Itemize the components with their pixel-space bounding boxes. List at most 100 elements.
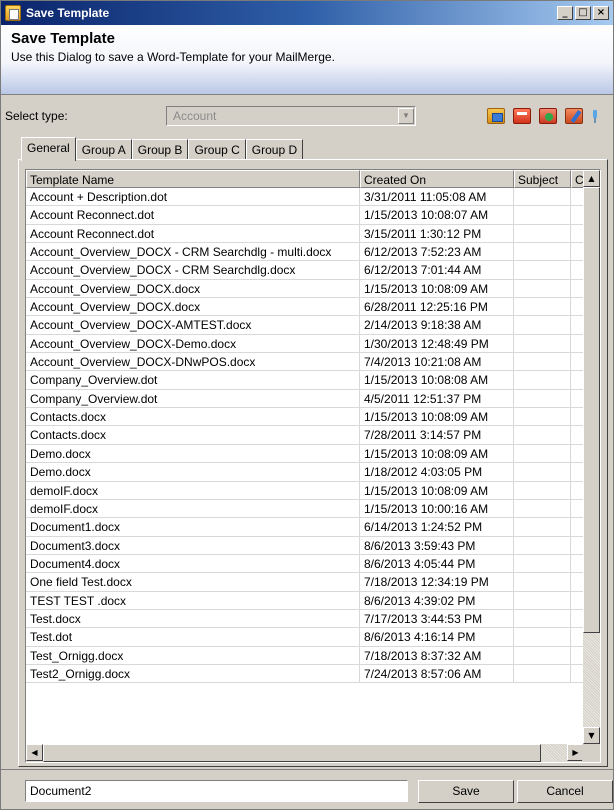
select-type-row: Select type: Account ▼ — [1, 105, 613, 127]
pin-icon[interactable] — [591, 108, 599, 124]
table-row[interactable]: Test2_Ornigg.docx 7/24/2013 8:57:06 AM — [26, 664, 584, 684]
save-template-dialog: Save Template _ □ × Save Template Use th… — [0, 0, 614, 810]
table-row[interactable]: Account_Overview_DOCX-AMTEST.docx 2/14/20… — [26, 316, 584, 335]
cell-template-name: Account_Overview_DOCX-Demo.docx — [26, 334, 360, 354]
table-row[interactable]: Account + Description.dot 3/31/2011 11:05… — [26, 188, 584, 207]
table-row[interactable]: Demo.docx 1/18/2012 4:03:05 PM — [26, 463, 584, 482]
cell-template-name: Contacts.docx — [26, 408, 360, 427]
table-row[interactable]: Account_Overview_DOCX - CRM Searchdlg.do… — [26, 261, 584, 280]
tab-general[interactable]: General — [21, 137, 76, 161]
cell-created-on: 7/17/2013 3:44:53 PM — [360, 609, 514, 629]
save-button[interactable]: Save — [418, 780, 514, 803]
table-row[interactable]: Contacts.docx 1/15/2013 10:08:09 AM — [26, 408, 584, 427]
table-row[interactable]: Account Reconnect.dot 3/15/2011 1:30:12 P… — [26, 224, 584, 244]
vertical-scrollbar[interactable]: ▲ ▼ — [583, 170, 600, 744]
cell-created-on: 4/5/2011 12:51:37 PM — [360, 389, 514, 409]
cell-template-name: Contacts.docx — [26, 426, 360, 445]
cell-template-name: Demo.docx — [26, 444, 360, 464]
cell-subject — [514, 591, 571, 610]
scroll-up-icon[interactable]: ▲ — [583, 170, 600, 187]
cell-subject — [514, 279, 571, 299]
cell-created-on: 6/28/2011 12:25:16 PM — [360, 298, 514, 317]
table-row[interactable]: Document1.docx 6/14/2013 1:24:52 PM — [26, 518, 584, 537]
cell-created-on: 8/6/2013 4:05:44 PM — [360, 554, 514, 574]
cell-template-name: Company_Overview.dot — [26, 371, 360, 390]
table-row[interactable]: Account Reconnect.dot 1/15/2013 10:08:07 … — [26, 206, 584, 225]
cell-subject — [514, 206, 571, 225]
table-row[interactable]: demoIF.docx 1/15/2013 10:08:09 AM — [26, 481, 584, 500]
cell-created-on: 7/24/2013 8:57:06 AM — [360, 664, 514, 684]
header-title: Save Template — [11, 30, 115, 47]
table-row[interactable]: Company_Overview.dot 4/5/2011 12:51:37 PM — [26, 389, 584, 409]
vertical-scroll-thumb[interactable] — [583, 187, 600, 633]
cell-created-on: 6/12/2013 7:01:44 AM — [360, 261, 514, 280]
folder-open-icon[interactable] — [487, 108, 505, 124]
cell-subject — [514, 664, 571, 684]
table-row[interactable]: Document4.docx 8/6/2013 4:05:44 PM — [26, 554, 584, 574]
cell-template-name: Account_Overview_DOCX.docx — [26, 298, 360, 317]
horizontal-scroll-thumb[interactable] — [43, 744, 541, 762]
cell-subject — [514, 573, 571, 592]
table-row[interactable]: Account_Overview_DOCX.docx 6/28/2011 12:2… — [26, 298, 584, 317]
column-header-template-name[interactable]: Template Name — [26, 170, 360, 188]
folder-edit-icon[interactable] — [565, 108, 583, 124]
cell-subject — [514, 463, 571, 482]
table-row[interactable]: TEST TEST .docx 8/6/2013 4:39:02 PM — [26, 591, 584, 610]
table-row[interactable]: Contacts.docx 7/28/2011 3:14:57 PM — [26, 426, 584, 445]
select-type-dropdown[interactable]: Account ▼ — [166, 106, 416, 126]
tab-strip: General Group A Group B Group C Group D — [21, 137, 304, 161]
tab-group-c[interactable]: Group C — [188, 139, 246, 161]
grid-viewport: Template Name Created On Subject C Accou… — [26, 170, 584, 744]
folder-add-icon[interactable] — [539, 108, 557, 124]
cell-created-on: 2/14/2013 9:18:38 AM — [360, 316, 514, 335]
table-row[interactable]: Document3.docx 8/6/2013 3:59:43 PM — [26, 536, 584, 555]
cell-subject — [514, 499, 571, 519]
cell-template-name: Company_Overview.dot — [26, 389, 360, 409]
cell-created-on: 3/31/2011 11:05:08 AM — [360, 188, 514, 207]
cell-created-on: 8/6/2013 4:16:14 PM — [360, 628, 514, 647]
close-button[interactable]: × — [593, 6, 609, 20]
scroll-down-icon[interactable]: ▼ — [583, 727, 600, 744]
scroll-left-icon[interactable]: ◀ — [26, 744, 43, 761]
table-row[interactable]: Account_Overview_DOCX-DNwPOS.docx 7/4/201… — [26, 353, 584, 372]
horizontal-scrollbar[interactable]: ◀ ▶ — [26, 744, 584, 762]
minimize-button[interactable]: _ — [557, 6, 573, 20]
table-row[interactable]: Account_Overview_DOCX - CRM Searchdlg - … — [26, 243, 584, 262]
cell-template-name: Document1.docx — [26, 518, 360, 537]
template-grid: Template Name Created On Subject C Accou… — [25, 169, 601, 763]
table-row[interactable]: Test.dot 8/6/2013 4:16:14 PM — [26, 628, 584, 647]
cell-template-name: Account_Overview_DOCX - CRM Searchdlg.do… — [26, 261, 360, 280]
cell-template-name: Account_Overview_DOCX.docx — [26, 279, 360, 299]
table-row[interactable]: Demo.docx 1/15/2013 10:08:09 AM — [26, 444, 584, 464]
chevron-down-icon[interactable]: ▼ — [398, 108, 414, 124]
cell-subject — [514, 444, 571, 464]
tab-group-b[interactable]: Group B — [131, 139, 189, 161]
maximize-button[interactable]: □ — [575, 6, 591, 20]
table-row[interactable]: Test.docx 7/17/2013 3:44:53 PM — [26, 609, 584, 629]
cancel-button[interactable]: Cancel — [517, 780, 613, 803]
tab-group-a[interactable]: Group A — [75, 139, 132, 161]
cell-template-name: Document3.docx — [26, 536, 360, 555]
cell-subject — [514, 609, 571, 629]
cell-created-on: 1/15/2013 10:00:16 AM — [360, 499, 514, 519]
column-header-subject[interactable]: Subject — [514, 170, 571, 188]
tab-group-d[interactable]: Group D — [245, 139, 304, 161]
filename-input[interactable] — [25, 780, 408, 802]
cell-created-on: 3/15/2011 1:30:12 PM — [360, 224, 514, 244]
title-bar[interactable]: Save Template _ □ × — [1, 1, 613, 25]
cell-template-name: Document4.docx — [26, 554, 360, 574]
cell-template-name: One field Test.docx — [26, 573, 360, 592]
table-row[interactable]: Account_Overview_DOCX-Demo.docx 1/30/2013… — [26, 334, 584, 354]
cell-subject — [514, 298, 571, 317]
table-row[interactable]: demoIF.docx 1/15/2013 10:00:16 AM — [26, 499, 584, 519]
cell-created-on: 7/18/2013 8:37:32 AM — [360, 646, 514, 665]
cell-template-name: Test.docx — [26, 609, 360, 629]
table-row[interactable]: Company_Overview.dot 1/15/2013 10:08:08 A… — [26, 371, 584, 390]
table-row[interactable]: Account_Overview_DOCX.docx 1/15/2013 10:0… — [26, 279, 584, 299]
table-row[interactable]: Test_Ornigg.docx 7/18/2013 8:37:32 AM — [26, 646, 584, 665]
cell-subject — [514, 554, 571, 574]
cell-subject — [514, 334, 571, 354]
table-row[interactable]: One field Test.docx 7/18/2013 12:34:19 PM — [26, 573, 584, 592]
folder-remove-icon[interactable] — [513, 108, 531, 124]
column-header-created-on[interactable]: Created On — [360, 170, 514, 188]
